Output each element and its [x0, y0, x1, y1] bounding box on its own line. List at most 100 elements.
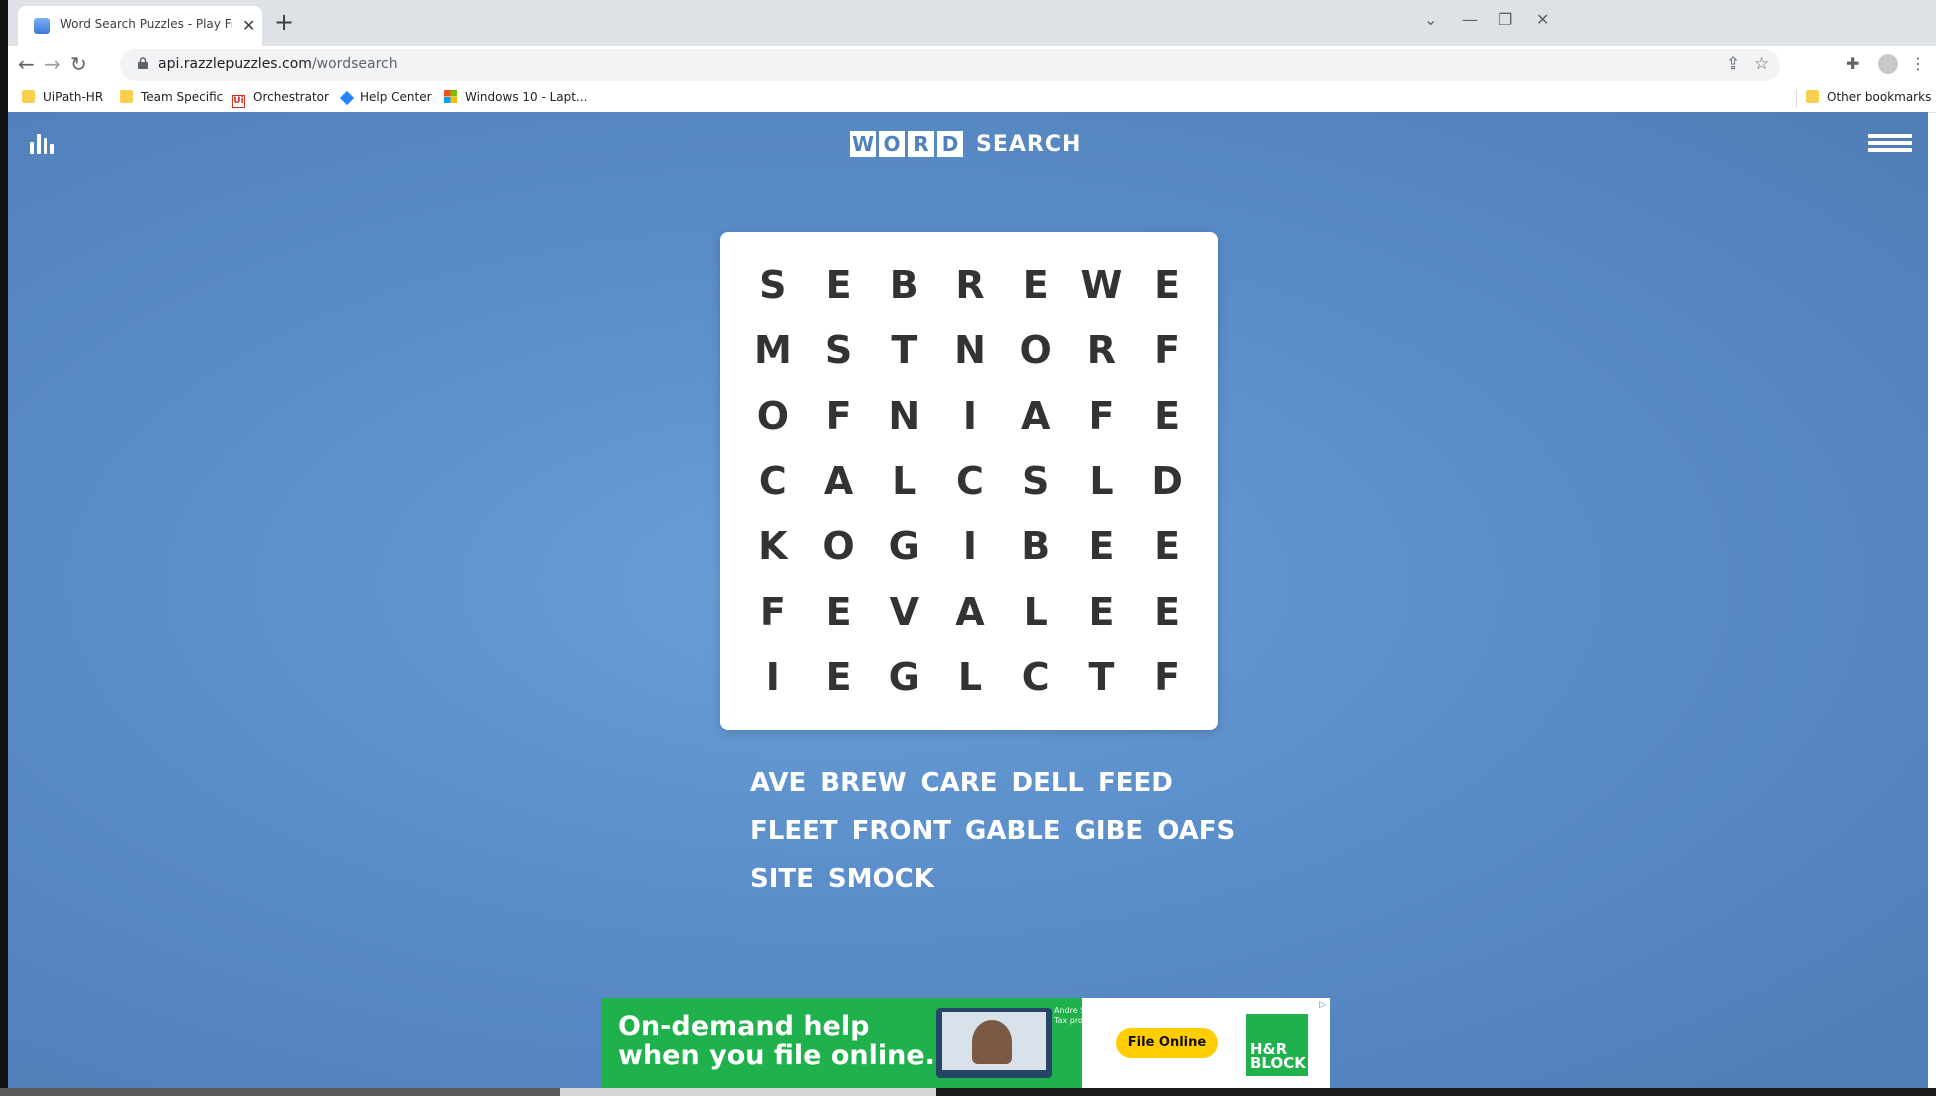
- target-word: CARE: [920, 768, 998, 798]
- word-search-logo: W O R D SEARCH: [850, 128, 1081, 160]
- folder-icon: [1806, 90, 1819, 103]
- grid-cell[interactable]: E: [1134, 579, 1200, 644]
- bookmarks-separator: [1796, 90, 1797, 108]
- grid-cell[interactable]: O: [806, 514, 872, 579]
- forward-icon[interactable]: →: [44, 52, 61, 76]
- grid-cell[interactable]: R: [937, 252, 1003, 317]
- target-word: OAFS: [1157, 816, 1236, 846]
- close-window-icon[interactable]: ✕: [1536, 10, 1549, 29]
- uipath-icon: Ui: [232, 95, 245, 108]
- grid-cell[interactable]: F: [1134, 645, 1200, 710]
- grid-cell[interactable]: S: [806, 317, 872, 382]
- grid-cell[interactable]: F: [740, 579, 806, 644]
- desktop-edge: [0, 0, 8, 1096]
- grid-cell[interactable]: C: [1003, 645, 1069, 710]
- other-bookmarks[interactable]: Other bookmarks: [1806, 90, 1931, 104]
- grid-cell[interactable]: D: [1134, 448, 1200, 513]
- grid-cell[interactable]: L: [1003, 579, 1069, 644]
- site-favicon-icon: [34, 18, 50, 34]
- grid-cell[interactable]: E: [806, 645, 872, 710]
- tab-search-icon[interactable]: ⌄: [1424, 10, 1437, 29]
- word-list: AVE BREW CARE DELL FEED FLEET FRONT GABLE GIBE OA…: [750, 768, 1235, 912]
- grid-cell[interactable]: I: [937, 383, 1003, 448]
- target-word: AVE: [750, 768, 807, 798]
- grid-cell[interactable]: E: [1069, 514, 1135, 579]
- grid-cell[interactable]: E: [806, 579, 872, 644]
- hamburger-menu-icon[interactable]: [1868, 134, 1912, 152]
- bookmark-help-center[interactable]: Help Center: [339, 90, 432, 106]
- bookmark-star-icon[interactable]: ☆: [1754, 54, 1769, 74]
- grid-cell[interactable]: S: [740, 252, 806, 317]
- letter-grid: SEBREWEMSTNORFOFNIAFECALCSLDKOGIBEEFEVAL…: [740, 252, 1200, 710]
- bookmark-team-specific[interactable]: Team Specific: [120, 90, 223, 104]
- grid-cell[interactable]: N: [937, 317, 1003, 382]
- target-word: SMOCK: [827, 864, 934, 894]
- tab-strip: Word Search Puzzles - Play Free Online ✕…: [8, 0, 1936, 46]
- url-text: api.razzlepuzzles.com/wordsearch: [158, 56, 398, 72]
- grid-cell[interactable]: R: [1069, 317, 1135, 382]
- address-bar[interactable]: api.razzlepuzzles.com/wordsearch ⇪ ☆: [120, 49, 1780, 81]
- folder-icon: [120, 90, 133, 103]
- logo-letter: O: [879, 131, 905, 157]
- restore-icon[interactable]: ❐: [1498, 10, 1512, 29]
- extensions-icon[interactable]: ✚: [1846, 54, 1859, 73]
- share-icon[interactable]: ⇪: [1726, 54, 1740, 74]
- grid-cell[interactable]: L: [1069, 448, 1135, 513]
- grid-cell[interactable]: M: [740, 317, 806, 382]
- grid-cell[interactable]: E: [806, 252, 872, 317]
- advertisement-banner[interactable]: On-demand help when you file online. And…: [602, 998, 1330, 1088]
- bookmark-orchestrator[interactable]: Ui Orchestrator: [232, 90, 329, 108]
- grid-cell[interactable]: E: [1134, 252, 1200, 317]
- grid-cell[interactable]: O: [1003, 317, 1069, 382]
- grid-cell[interactable]: I: [937, 514, 1003, 579]
- profile-avatar-icon[interactable]: [1878, 54, 1898, 74]
- grid-cell[interactable]: V: [871, 579, 937, 644]
- ad-choices-icon[interactable]: ▷: [1319, 1000, 1326, 1010]
- grid-cell[interactable]: E: [1134, 383, 1200, 448]
- grid-cell[interactable]: B: [871, 252, 937, 317]
- grid-cell[interactable]: E: [1003, 252, 1069, 317]
- folder-icon: [22, 90, 35, 103]
- grid-cell[interactable]: C: [740, 448, 806, 513]
- grid-cell[interactable]: G: [871, 645, 937, 710]
- stats-icon[interactable]: [30, 132, 54, 154]
- new-tab-icon[interactable]: +: [274, 8, 294, 36]
- puzzle-card: SEBREWEMSTNORFOFNIAFECALCSLDKOGIBEEFEVAL…: [720, 232, 1218, 730]
- microsoft-icon: [444, 90, 457, 103]
- tab-word-search[interactable]: Word Search Puzzles - Play Free Online ✕: [18, 6, 262, 46]
- grid-cell[interactable]: C: [937, 448, 1003, 513]
- word-row: SITE SMOCK: [750, 864, 1220, 912]
- grid-cell[interactable]: T: [871, 317, 937, 382]
- grid-cell[interactable]: A: [937, 579, 1003, 644]
- file-online-button[interactable]: File Online: [1116, 1028, 1218, 1058]
- grid-cell[interactable]: T: [1069, 645, 1135, 710]
- grid-cell[interactable]: L: [871, 448, 937, 513]
- taskbar-strip: [0, 1088, 1936, 1096]
- grid-cell[interactable]: K: [740, 514, 806, 579]
- grid-cell[interactable]: L: [937, 645, 1003, 710]
- grid-cell[interactable]: A: [806, 448, 872, 513]
- grid-cell[interactable]: A: [1003, 383, 1069, 448]
- grid-cell[interactable]: G: [871, 514, 937, 579]
- grid-cell[interactable]: I: [740, 645, 806, 710]
- grid-cell[interactable]: E: [1134, 514, 1200, 579]
- target-word: FEED: [1098, 768, 1173, 798]
- grid-cell[interactable]: F: [806, 383, 872, 448]
- grid-cell[interactable]: F: [1069, 383, 1135, 448]
- grid-cell[interactable]: W: [1069, 252, 1135, 317]
- logo-letter: W: [850, 131, 876, 157]
- ad-cta-panel: File Online H&R BLOCK ▷: [1082, 998, 1330, 1088]
- grid-cell[interactable]: N: [871, 383, 937, 448]
- close-tab-icon[interactable]: ✕: [242, 16, 255, 35]
- minimize-icon[interactable]: —: [1462, 10, 1478, 29]
- grid-cell[interactable]: B: [1003, 514, 1069, 579]
- reload-icon[interactable]: ↻: [70, 52, 87, 76]
- grid-cell[interactable]: F: [1134, 317, 1200, 382]
- grid-cell[interactable]: S: [1003, 448, 1069, 513]
- grid-cell[interactable]: O: [740, 383, 806, 448]
- grid-cell[interactable]: E: [1069, 579, 1135, 644]
- bookmark-uipath-hr[interactable]: UiPath-HR: [22, 90, 103, 104]
- bookmark-windows-10[interactable]: Windows 10 - Lapt...: [444, 90, 587, 104]
- browser-menu-icon[interactable]: ⋮: [1910, 54, 1926, 73]
- back-icon[interactable]: ←: [18, 52, 35, 76]
